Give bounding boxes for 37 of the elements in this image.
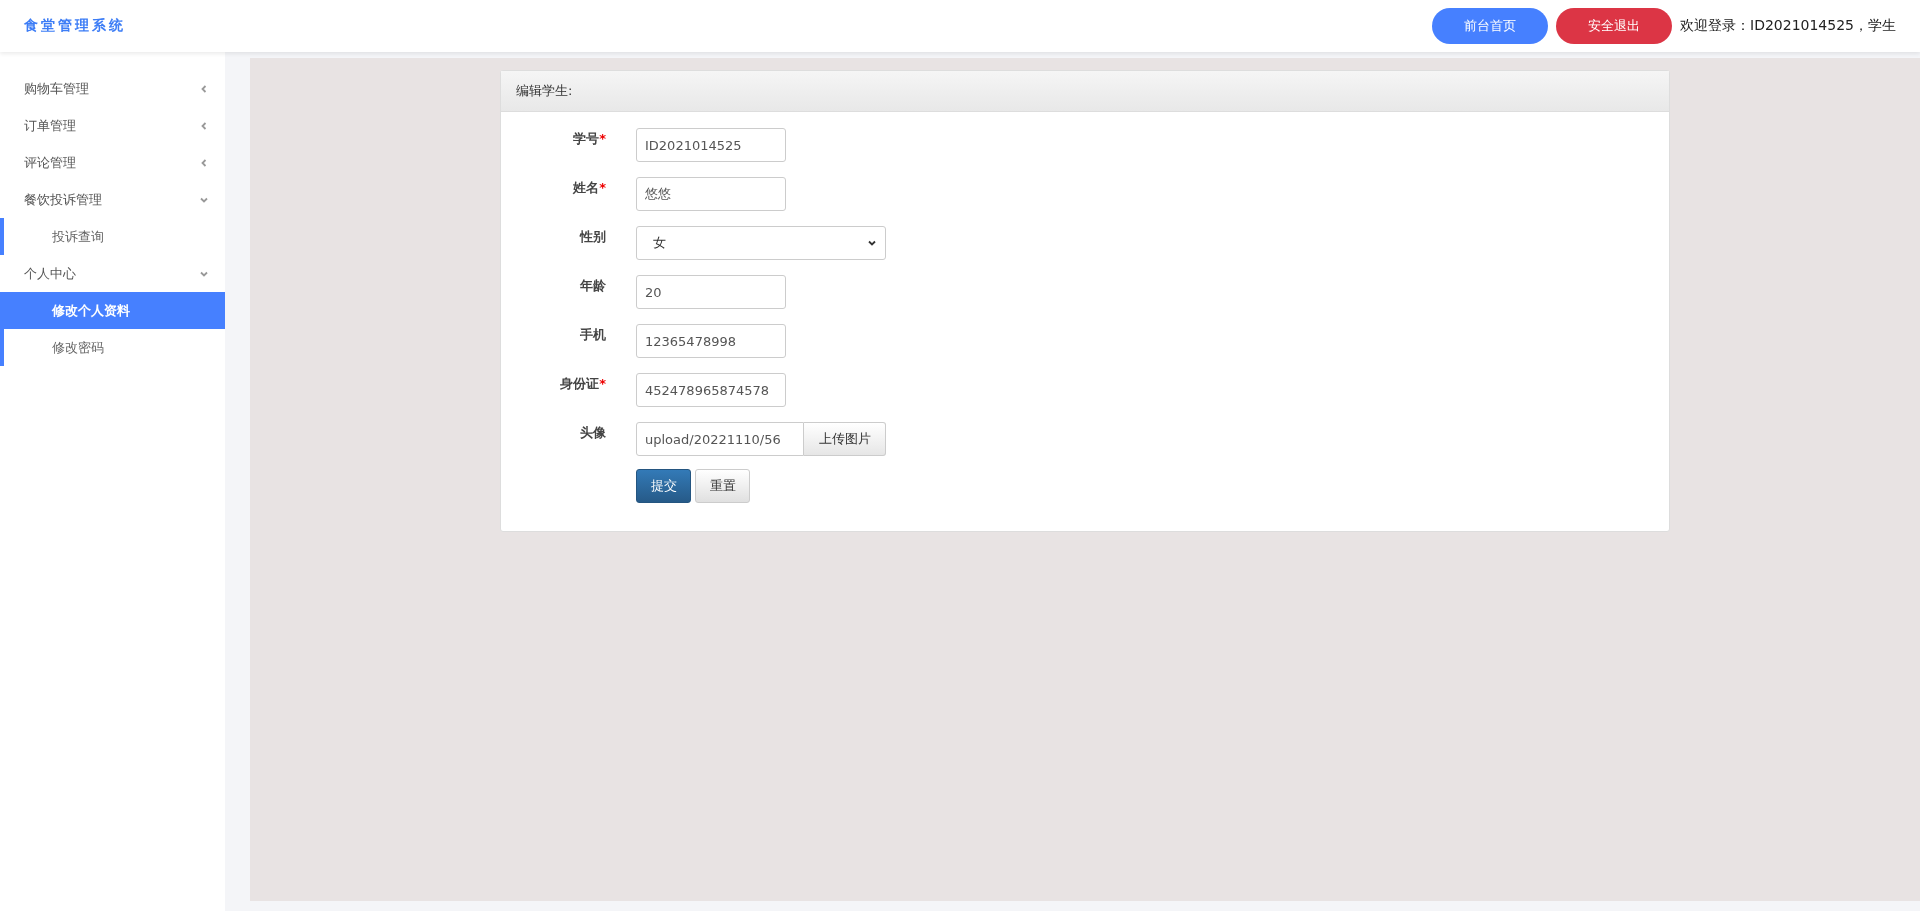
input-field[interactable]: 悠悠 <box>636 177 786 211</box>
chevron-icon <box>867 238 877 248</box>
reset-button[interactable]: 重置 <box>695 469 750 503</box>
sidebar-item[interactable]: 个人中心 <box>0 255 225 292</box>
sidebar-item[interactable]: 评论管理 <box>0 144 225 181</box>
input-field[interactable]: 12365478998 <box>636 324 786 358</box>
input-field[interactable]: upload/20221110/56 <box>636 422 804 456</box>
welcome-text: 欢迎登录：ID2021014525，学生 <box>1680 17 1896 35</box>
header-button[interactable]: 安全退出 <box>1556 8 1672 44</box>
card-title: 编辑学生: <box>516 82 573 100</box>
chevron-icon <box>199 157 209 168</box>
chevron-icon <box>199 83 209 94</box>
sidebar-item-label: 个人中心 <box>24 264 76 283</box>
field-label: 姓名* <box>572 179 606 197</box>
sidebar-item-label: 订单管理 <box>24 116 76 135</box>
input-field[interactable]: 452478965874578 <box>636 373 786 407</box>
upload-button[interactable]: 上传图片 <box>804 422 886 456</box>
field-label: 性别 <box>578 228 606 246</box>
field-label: 学号* <box>572 130 606 148</box>
sidebar-item-label: 评论管理 <box>24 153 76 172</box>
field-label: 手机 <box>579 326 606 344</box>
select-field[interactable]: 女 <box>636 226 886 260</box>
header-button[interactable]: 前台首页 <box>1432 8 1548 44</box>
field-label: 年龄 <box>579 277 606 295</box>
field-label: 头像 <box>579 424 606 442</box>
app-logo: 食堂管理系统 <box>24 17 126 35</box>
field-label: 身份证* <box>559 375 606 393</box>
sidebar-item-label: 购物车管理 <box>24 79 89 98</box>
submit-button[interactable]: 提交 <box>636 469 691 503</box>
sidebar-item[interactable]: 订单管理 <box>0 107 225 144</box>
chevron-icon <box>199 120 209 131</box>
input-field[interactable]: 20 <box>636 275 786 309</box>
sidebar-item-label: 餐饮投诉管理 <box>24 190 102 209</box>
sidebar-item[interactable]: 餐饮投诉管理 <box>0 181 225 218</box>
sidebar-item[interactable]: 购物车管理 <box>0 70 225 107</box>
sidebar-subitem[interactable]: 修改个人资料 <box>0 292 225 329</box>
input-field[interactable]: ID2021014525 <box>636 128 786 162</box>
